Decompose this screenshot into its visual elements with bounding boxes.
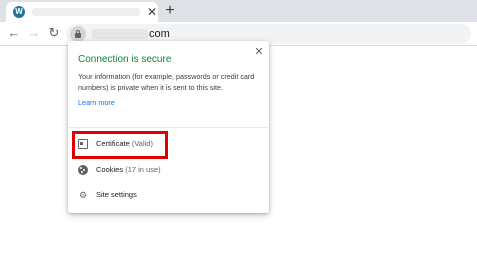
tab-strip: W ✕ + <box>0 0 477 22</box>
site-settings-item[interactable]: ⚙ Site settings <box>68 184 269 206</box>
certificate-highlight-box <box>72 131 168 159</box>
wordpress-favicon-icon: W <box>13 6 25 18</box>
tab-title-redacted <box>32 8 140 16</box>
url-text[interactable]: com <box>149 27 170 41</box>
reload-icon[interactable]: ↻ <box>46 25 62 41</box>
back-arrow-icon[interactable]: ← <box>6 25 22 41</box>
cookie-icon <box>78 165 88 175</box>
close-icon[interactable]: ✕ <box>253 46 265 58</box>
cookies-label: Cookies <box>96 165 124 174</box>
connection-description: Your information (for example, passwords… <box>78 72 255 92</box>
connection-secure-title: Connection is secure <box>78 54 172 65</box>
cookies-status: (17 in use) <box>125 165 161 174</box>
browser-tab[interactable]: W ✕ <box>6 2 158 22</box>
divider <box>68 127 269 128</box>
url-redacted <box>92 29 148 39</box>
tab-close-icon[interactable]: ✕ <box>145 5 159 19</box>
site-info-popup: ✕ Connection is secure Your information … <box>68 41 269 213</box>
new-tab-button[interactable]: + <box>162 3 178 19</box>
site-settings-label: Site settings <box>96 190 137 199</box>
learn-more-link[interactable]: Learn more <box>78 98 115 108</box>
forward-arrow-icon[interactable]: → <box>26 25 42 41</box>
cookies-item[interactable]: Cookies (17 in use) <box>68 159 269 181</box>
lock-icon[interactable] <box>70 26 86 42</box>
gear-icon: ⚙ <box>78 190 88 200</box>
